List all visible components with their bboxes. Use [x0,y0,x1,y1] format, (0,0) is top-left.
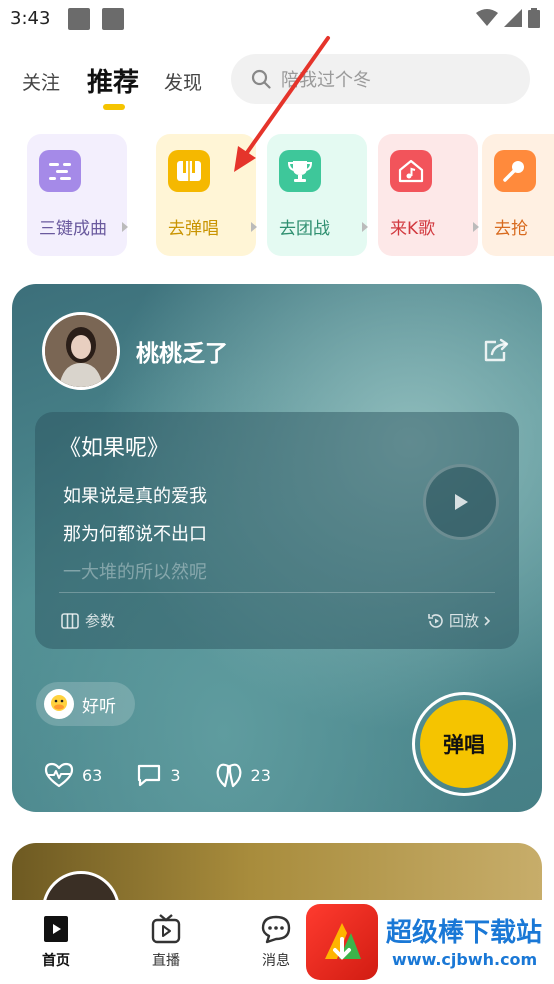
wifi-icon [476,9,498,26]
watermark-url: www.cjbwh.com [392,950,538,969]
active-tab-indicator [103,104,125,110]
status-time: 3:43 [10,8,51,29]
piano-keys-icon [61,612,79,629]
quick-action-label: 去弹唱 [168,219,219,239]
params-button[interactable]: 参数 [61,610,115,631]
like-button[interactable]: 63 [44,762,102,788]
lyric-line: 那为何都说不出口 [63,524,207,545]
quick-action-label: 来K歌 [390,219,436,239]
like-count: 63 [82,765,103,785]
quick-action-team-battle[interactable]: 去团战 [267,134,368,256]
comment-button[interactable]: 3 [136,763,181,787]
search-icon [251,69,271,89]
replay-label: 回放 [449,612,480,630]
notification-icon [102,8,124,30]
quick-actions-row: 三键成曲 去弹唱 去团战 来K歌 去抢 [27,134,554,256]
nav-label: 首页 [42,953,70,969]
lyric-line: 如果说是真的爱我 [63,486,207,507]
nav-label: 直播 [152,953,180,969]
watermark-text: 超级棒下载站 [386,918,543,948]
song-title: 《如果呢》 [59,436,170,461]
comment-icon [138,764,161,787]
search-placeholder: 陪我过个冬 [281,70,371,91]
replay-button[interactable]: 回放 [427,610,491,631]
tab-discover[interactable]: 发现 [164,68,202,95]
username[interactable]: 桃桃乏了 [136,334,228,368]
tag-label: 好听 [82,696,116,717]
quick-action-label: 三键成曲 [39,219,107,239]
play-button[interactable] [423,464,499,540]
sing-button[interactable]: 弹唱 [412,692,516,796]
mic-icon [494,150,536,192]
nav-home[interactable]: 首页 [26,914,86,970]
signal-icon [504,9,522,27]
home-music-icon [390,150,432,192]
nav-live[interactable]: 直播 [136,914,196,970]
tv-play-icon [151,914,181,944]
gift-icon [216,763,241,788]
top-nav: 关注 推荐 发现 陪我过个冬 [0,50,554,112]
notification-icon [68,8,90,30]
chat-bubble-icon [261,915,291,944]
lyrics-panel[interactable]: 《如果呢》 如果说是真的爱我 那为何都说不出口 一大堆的所以然呢 参数 回放 [35,412,519,649]
tab-recommend[interactable]: 推荐 [87,62,139,99]
trophy-icon [279,150,321,192]
stats-row: 63 3 23 [44,762,305,788]
nav-messages[interactable]: 消息 [246,914,306,970]
chevron-right-icon [251,222,257,232]
replay-icon [428,613,443,628]
comment-count: 3 [170,765,181,785]
sliders-icon [39,150,81,192]
quick-action-grab[interactable]: 去抢 [482,134,554,256]
lyric-line: 一大堆的所以然呢 [63,562,207,583]
user-avatar[interactable] [42,312,120,390]
gift-button[interactable]: 23 [215,762,271,788]
search-input[interactable]: 陪我过个冬 [231,54,530,104]
sing-label: 弹唱 [443,733,485,757]
share-icon[interactable] [482,338,510,364]
piano-icon [168,150,210,192]
quick-action-sing[interactable]: 去弹唱 [156,134,257,256]
status-bar: 3:43 [0,0,554,38]
watermark-logo [306,904,378,980]
quick-action-karaoke[interactable]: 来K歌 [378,134,479,256]
divider [59,592,495,593]
nav-label: 消息 [262,953,290,969]
chevron-right-icon [484,615,491,626]
battery-icon [528,8,540,28]
tag-pill[interactable]: 好听 [36,682,135,726]
duck-emoji-icon [44,689,74,719]
home-icon [44,916,68,942]
gift-count: 23 [250,765,271,785]
heart-wave-icon [44,762,74,788]
params-label: 参数 [85,612,116,630]
tab-follow[interactable]: 关注 [22,68,60,95]
chevron-right-icon [122,222,128,232]
song-card[interactable]: 桃桃乏了 《如果呢》 如果说是真的爱我 那为何都说不出口 一大堆的所以然呢 参数… [12,284,542,812]
quick-action-label: 去抢 [494,219,528,239]
quick-action-label: 去团战 [279,219,330,239]
play-icon [455,494,468,510]
chevron-right-icon [473,222,479,232]
quick-action-three-keys[interactable]: 三键成曲 [27,134,128,256]
chevron-right-icon [362,222,368,232]
